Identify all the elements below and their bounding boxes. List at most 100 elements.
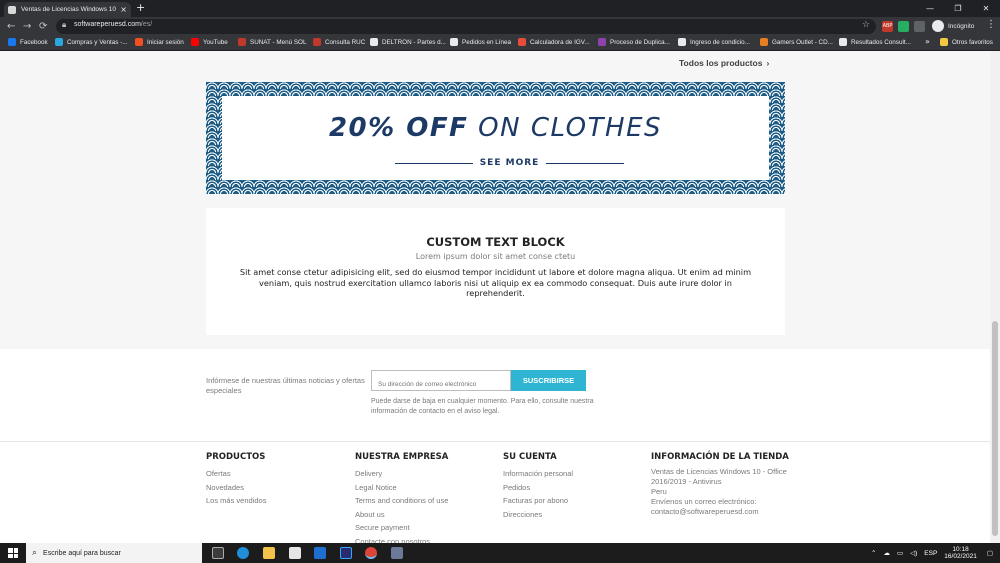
footer-link[interactable]: Información personal bbox=[503, 467, 573, 481]
site-footer: PRODUCTOS Ofertas Novedades Los más vend… bbox=[0, 441, 990, 543]
see-more-link[interactable]: SEE MORE bbox=[395, 158, 625, 168]
banner-title: 20% OFF ON CLOTHES bbox=[328, 113, 663, 143]
footer-link[interactable]: About us bbox=[355, 508, 448, 522]
bookmarks-bar: » Otros favoritos Facebook Compras y Vent… bbox=[0, 36, 1000, 51]
bookmark-favicon-icon bbox=[313, 38, 321, 46]
footer-link[interactable]: Los más vendidos bbox=[206, 494, 266, 508]
custom-block-subtitle: Lorem ipsum dolor sit amet conse ctetu bbox=[415, 252, 576, 261]
footer-link[interactable]: Facturas por abono bbox=[503, 494, 573, 508]
bookmark-item[interactable]: YouTube bbox=[191, 38, 228, 46]
reload-icon[interactable]: ⟳ bbox=[39, 17, 47, 36]
bookmark-item[interactable]: SUNAT - Menú SOL bbox=[238, 38, 306, 46]
bookmark-favicon-icon bbox=[678, 38, 686, 46]
clock[interactable]: 10:18 16/02/2021 bbox=[944, 546, 977, 561]
page-scrollbar[interactable] bbox=[990, 51, 1000, 543]
url-text[interactable]: softwareperuesd.com/es/ bbox=[74, 21, 152, 28]
store-icon[interactable] bbox=[289, 547, 301, 559]
bookmark-item[interactable]: Resultados Consult... bbox=[839, 38, 911, 46]
store-email[interactable]: contacto@softwareperuesd.com bbox=[651, 507, 791, 517]
footer-link[interactable]: Terms and conditions of use bbox=[355, 494, 448, 508]
bookmark-favicon-icon bbox=[8, 38, 16, 46]
bookmark-item[interactable]: Gamers Outlet - CD... bbox=[760, 38, 833, 46]
footer-link[interactable]: Delivery bbox=[355, 467, 448, 481]
page-viewport: Todos los productos › 20% OFF ON CLOTHES … bbox=[0, 51, 990, 543]
footer-heading: NUESTRA EMPRESA bbox=[355, 452, 449, 462]
adblock-extension-icon[interactable]: ABP bbox=[882, 21, 893, 32]
bookmark-item[interactable]: Facebook bbox=[8, 38, 48, 46]
back-icon[interactable]: ← bbox=[7, 17, 15, 36]
cloud-icon[interactable]: ☁ bbox=[883, 549, 890, 557]
clock-date: 16/02/2021 bbox=[944, 553, 977, 560]
show-hidden-icons-icon[interactable]: ⌃ bbox=[871, 549, 876, 557]
footer-link[interactable]: Contacte con nosotros bbox=[355, 535, 448, 544]
custom-block-body: Sit amet conse ctetur adipisicing elit, … bbox=[239, 267, 752, 298]
bookmark-item[interactable]: Ingreso de condicio... bbox=[678, 38, 750, 46]
tab-close-icon[interactable]: × bbox=[120, 5, 127, 14]
extension-icon[interactable] bbox=[898, 21, 909, 32]
store-email-label: Envíenos un correo electrónico: bbox=[651, 497, 757, 506]
bookmark-item[interactable]: Calculadora de IGV... bbox=[518, 38, 590, 46]
incognito-indicator[interactable]: Incógnito bbox=[932, 20, 974, 32]
browser-tab[interactable]: Ventas de Licencias Windows 10 × bbox=[4, 2, 131, 17]
footer-link[interactable]: Ofertas bbox=[206, 467, 266, 481]
footer-heading: PRODUCTOS bbox=[206, 452, 266, 462]
bookmark-favicon-icon bbox=[191, 38, 199, 46]
bookmark-favicon-icon bbox=[55, 38, 63, 46]
bookmark-item[interactable]: Pedidos en Línea bbox=[450, 38, 511, 46]
bookmark-item[interactable]: Proceso de Duplica... bbox=[598, 38, 670, 46]
mail-icon[interactable] bbox=[314, 547, 326, 559]
newsletter-note: Puede darse de baja en cualquier momento… bbox=[371, 398, 594, 415]
edge-icon[interactable] bbox=[237, 547, 249, 559]
address-bar[interactable]: 🔒︎ softwareperuesd.com/es/ ☆ bbox=[56, 19, 876, 34]
restore-icon[interactable]: ❐ bbox=[944, 0, 972, 17]
language-indicator[interactable]: ESP bbox=[924, 550, 937, 557]
bookmark-item[interactable]: Consulta RUC bbox=[313, 38, 365, 46]
puzzle-icon[interactable] bbox=[914, 21, 925, 32]
chrome-icon[interactable] bbox=[365, 547, 377, 559]
email-input[interactable] bbox=[372, 375, 510, 394]
subscribe-button[interactable]: SUSCRIBIRSE bbox=[511, 370, 586, 391]
footer-heading: SU CUENTA bbox=[503, 452, 557, 462]
calculator-icon[interactable] bbox=[391, 547, 403, 559]
store-country: Peru bbox=[651, 487, 667, 496]
more-bookmarks-icon[interactable]: » bbox=[925, 37, 930, 46]
other-bookmarks[interactable]: Otros favoritos bbox=[940, 38, 993, 46]
footer-link[interactable]: Novedades bbox=[206, 481, 266, 495]
footer-link[interactable]: Legal Notice bbox=[355, 481, 448, 495]
bookmark-item[interactable]: Iniciar sesión bbox=[135, 38, 184, 46]
footer-heading: INFORMACIÓN DE LA TIENDA bbox=[651, 452, 789, 462]
footer-link[interactable]: Direcciones bbox=[503, 508, 573, 522]
notifications-icon[interactable]: ▢ bbox=[987, 549, 993, 557]
browser-menu-icon[interactable]: ⋮ bbox=[986, 19, 996, 30]
close-window-icon[interactable]: ✕ bbox=[972, 0, 1000, 17]
all-products-link[interactable]: Todos los productos › bbox=[679, 58, 769, 68]
bookmark-item[interactable]: DELTRON - Partes d... bbox=[370, 38, 446, 46]
network-icon[interactable]: ▭ bbox=[897, 549, 903, 557]
bookmark-favicon-icon bbox=[518, 38, 526, 46]
lock-icon: 🔒︎ bbox=[62, 20, 67, 29]
taskbar-search[interactable]: ⌕ Escribe aquí para buscar bbox=[26, 543, 202, 563]
newsletter-label: Infórmese de nuestras últimas noticias y… bbox=[206, 376, 365, 395]
newsletter-section: Infórmese de nuestras últimas noticias y… bbox=[0, 349, 990, 441]
photoshop-icon[interactable] bbox=[340, 547, 352, 559]
bookmark-item[interactable]: Compras y Ventas -... bbox=[55, 38, 128, 46]
email-field[interactable] bbox=[371, 370, 511, 394]
bookmark-favicon-icon bbox=[598, 38, 606, 46]
promo-banner[interactable]: 20% OFF ON CLOTHES SEE MORE bbox=[206, 82, 785, 194]
taskbar: ⌕ Escribe aquí para buscar ⌃ ☁ ▭ ◁) ESP … bbox=[0, 543, 1000, 563]
footer-link[interactable]: Pedidos bbox=[503, 481, 573, 495]
forward-icon[interactable]: → bbox=[23, 17, 31, 36]
volume-icon[interactable]: ◁) bbox=[910, 549, 917, 557]
scrollbar-thumb[interactable] bbox=[992, 321, 998, 536]
chevron-right-icon: › bbox=[766, 58, 770, 68]
footer-company: NUESTRA EMPRESA Delivery Legal Notice Te… bbox=[355, 452, 448, 543]
bookmark-star-icon[interactable]: ☆ bbox=[862, 20, 870, 30]
search-icon: ⌕ bbox=[32, 548, 38, 558]
new-tab-button[interactable]: + bbox=[136, 2, 145, 14]
windows-start-icon[interactable] bbox=[8, 548, 18, 558]
task-view-icon[interactable] bbox=[212, 547, 224, 559]
file-explorer-icon[interactable] bbox=[263, 547, 275, 559]
minimize-icon[interactable]: — bbox=[916, 0, 944, 17]
footer-link[interactable]: Secure payment bbox=[355, 521, 448, 535]
divider bbox=[395, 162, 473, 164]
